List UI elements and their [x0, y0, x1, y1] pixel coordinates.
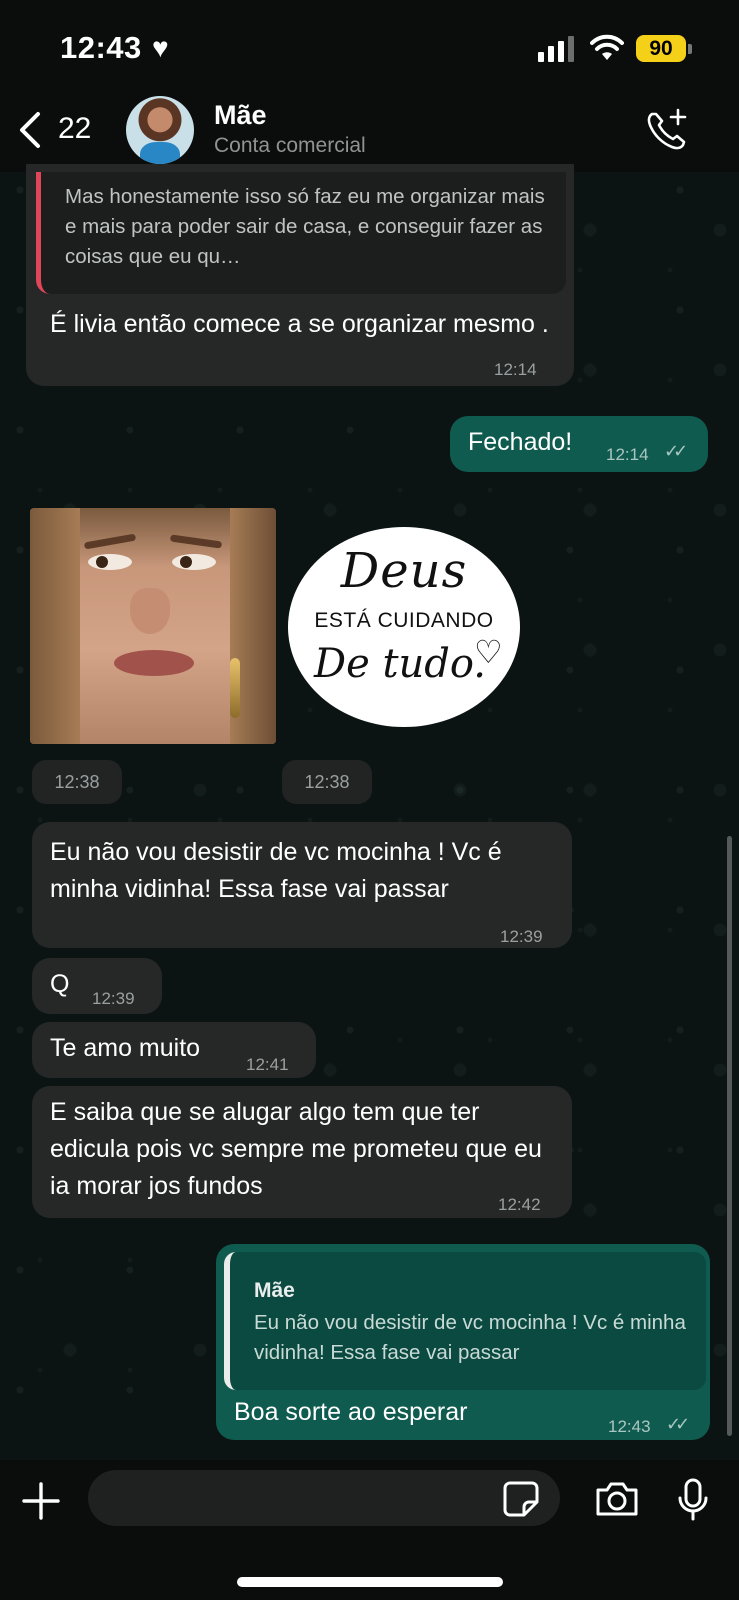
back-unread-count[interactable]: 22	[58, 112, 91, 146]
contact-subtitle: Conta comercial	[214, 134, 366, 157]
quoted-reply-text: Eu não vou desistir de vc mocinha ! Vc é…	[254, 1311, 686, 1364]
message-time: 12:43	[608, 1417, 651, 1436]
status-bar: 12:43 ♥ 90	[0, 0, 739, 96]
message-text: E saiba que se alugar algo tem que ter e…	[50, 1098, 542, 1200]
message-text: Q	[50, 970, 70, 998]
incoming-message[interactable]: Eu não vou desistir de vc mocinha ! Vc é…	[32, 822, 572, 948]
status-time: 12:43	[60, 30, 142, 65]
sticker-text-line3: De tudo.	[314, 641, 486, 687]
mic-icon[interactable]	[676, 1478, 710, 1522]
message-text: Eu não vou desistir de vc mocinha ! Vc é…	[50, 838, 502, 903]
message-text: Te amo muito	[50, 1034, 201, 1062]
contact-name[interactable]: Mãe	[214, 100, 267, 131]
scrollbar[interactable]	[727, 836, 732, 1436]
camera-icon[interactable]	[594, 1480, 640, 1518]
sticker-time: 12:38	[282, 760, 372, 804]
message-time: 12:14	[606, 445, 649, 464]
quoted-reply-author: Mãe	[254, 1279, 295, 1302]
sticker-text-line1: Deus	[340, 543, 468, 599]
double-check-icon: ✓✓	[666, 1414, 690, 1434]
incoming-message[interactable]: Te amo muito 12:41	[32, 1022, 316, 1078]
message-time: 12:14	[494, 360, 537, 379]
signal-icon	[538, 36, 578, 62]
message-time: 12:42	[498, 1195, 541, 1214]
message-time: 12:41	[246, 1055, 289, 1074]
quoted-reply[interactable]: Mas honestamente isso só faz eu me organ…	[36, 172, 566, 294]
heart-icon: ♥	[152, 32, 169, 63]
sticker-text-line2: ESTÁ CUIDANDO	[314, 609, 494, 632]
back-chevron-icon[interactable]	[16, 110, 42, 150]
sticker-deus[interactable]: Deus ESTÁ CUIDANDO De tudo. ♡	[288, 527, 520, 727]
message-time: 12:39	[92, 989, 135, 1008]
chat-header: 22 Mãe Conta comercial	[0, 96, 739, 172]
message-text: Boa sorte ao esperar	[234, 1398, 468, 1426]
message-input[interactable]	[88, 1470, 560, 1526]
avatar[interactable]	[126, 96, 194, 164]
incoming-message[interactable]: E saiba que se alugar algo tem que ter e…	[32, 1086, 572, 1218]
add-call-icon[interactable]	[644, 108, 690, 152]
plus-icon[interactable]	[22, 1482, 60, 1520]
home-indicator[interactable]	[237, 1577, 503, 1587]
composer-bar	[0, 1460, 739, 1600]
sticker-icon[interactable]	[502, 1480, 540, 1518]
quoted-reply-text: Mas honestamente isso só faz eu me organ…	[65, 185, 545, 268]
incoming-message[interactable]: Q 12:39	[32, 958, 162, 1014]
message-text: Fechado!	[468, 428, 573, 456]
message-text: É livia então comece a se organizar mesm…	[50, 310, 549, 338]
heart-outline-icon: ♡	[474, 634, 503, 670]
outgoing-message[interactable]: Fechado! 12:14 ✓✓	[450, 416, 708, 472]
wifi-icon	[590, 34, 624, 60]
sticker-face[interactable]	[30, 508, 276, 744]
outgoing-message[interactable]: Mãe Eu não vou desistir de vc mocinha ! …	[216, 1244, 710, 1440]
battery-level: 90	[636, 35, 686, 62]
sticker-time: 12:38	[32, 760, 122, 804]
battery-tip	[688, 44, 692, 54]
quoted-reply[interactable]: Mãe Eu não vou desistir de vc mocinha ! …	[224, 1252, 706, 1390]
message-time: 12:39	[500, 927, 543, 946]
double-check-icon: ✓✓	[664, 441, 688, 461]
